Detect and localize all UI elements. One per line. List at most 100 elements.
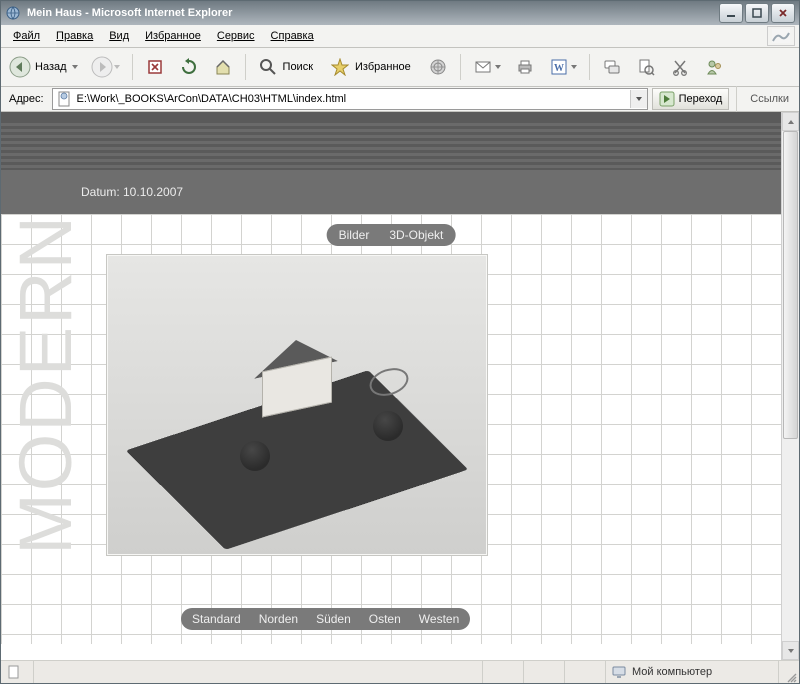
- page-body: Datum: 10.10.2007 MODERN Bilder 3D-Objek…: [1, 112, 781, 660]
- throbber-icon: [767, 26, 795, 46]
- messenger-icon: [703, 56, 725, 78]
- menubar: Файл Правка Вид Избранное Сервис Справка: [1, 25, 799, 48]
- page-icon: [57, 91, 73, 107]
- status-text: [34, 661, 483, 683]
- search-button[interactable]: Поиск: [253, 53, 321, 81]
- menu-file[interactable]: Файл: [5, 28, 48, 44]
- star-icon: [329, 56, 351, 78]
- my-computer-icon: [612, 665, 626, 679]
- house-model: [262, 364, 332, 410]
- mail-button[interactable]: [468, 53, 506, 81]
- home-icon: [212, 56, 234, 78]
- render-viewport: [106, 254, 488, 556]
- tree-shape: [373, 411, 403, 441]
- back-button[interactable]: Назад: [5, 53, 83, 81]
- status-sep-3: [565, 661, 606, 683]
- discuss-button[interactable]: [597, 53, 627, 81]
- menu-help[interactable]: Справка: [263, 28, 322, 44]
- address-url: E:\Work\_BOOKS\ArCon\DATA\CH03\HTML\inde…: [77, 93, 630, 105]
- view-norden[interactable]: Norden: [250, 608, 307, 630]
- edit-button[interactable]: W: [544, 53, 582, 81]
- toolbar: Назад Поиск Избранное: [1, 48, 799, 87]
- resize-grip[interactable]: [779, 659, 799, 685]
- go-label: Переход: [679, 93, 723, 105]
- links-label[interactable]: Ссылки: [744, 93, 795, 105]
- toolbar-separator: [460, 54, 461, 80]
- menu-tools[interactable]: Сервис: [209, 28, 263, 44]
- cut-icon: [669, 56, 691, 78]
- search-icon: [257, 56, 279, 78]
- chevron-down-icon: [494, 63, 502, 71]
- status-bar: Мой компьютер: [1, 660, 799, 683]
- window-title: Mein Haus - Microsoft Internet Explorer: [27, 7, 717, 19]
- print-icon: [514, 56, 536, 78]
- status-sep-2: [524, 661, 565, 683]
- status-zone: Мой компьютер: [606, 661, 779, 683]
- messenger-button[interactable]: [699, 53, 729, 81]
- research-icon: [635, 56, 657, 78]
- stop-icon: [144, 56, 166, 78]
- research-button[interactable]: [631, 53, 661, 81]
- tab-bilder[interactable]: Bilder: [329, 224, 380, 246]
- svg-text:W: W: [554, 63, 564, 74]
- refresh-button[interactable]: [174, 53, 204, 81]
- toolbar-separator: [245, 54, 246, 80]
- vertical-scrollbar[interactable]: [781, 112, 799, 660]
- refresh-icon: [178, 56, 200, 78]
- status-zone-label: Мой компьютер: [632, 666, 712, 678]
- header-band-solid: Datum: 10.10.2007: [1, 170, 781, 214]
- header-band-stripe: [1, 120, 781, 170]
- view-westen[interactable]: Westen: [410, 608, 468, 630]
- home-button[interactable]: [208, 53, 238, 81]
- side-text-wrap: MODERN: [11, 214, 81, 644]
- scroll-thumb[interactable]: [783, 131, 798, 439]
- forward-button[interactable]: [87, 53, 125, 81]
- favorites-button[interactable]: Избранное: [325, 53, 419, 81]
- browser-window: Mein Haus - Microsoft Internet Explorer …: [0, 0, 800, 684]
- media-icon: [427, 56, 449, 78]
- address-bar: Адрес: E:\Work\_BOOKS\ArCon\DATA\CH03\HT…: [1, 87, 799, 112]
- minimize-button[interactable]: [719, 3, 743, 23]
- word-icon: W: [548, 56, 570, 78]
- stop-button[interactable]: [140, 53, 170, 81]
- address-combo[interactable]: E:\Work\_BOOKS\ArCon\DATA\CH03\HTML\inde…: [52, 88, 648, 110]
- scroll-track[interactable]: [782, 131, 799, 641]
- view-suden[interactable]: Süden: [307, 608, 360, 630]
- print-button[interactable]: [510, 53, 540, 81]
- menu-favorites[interactable]: Избранное: [137, 28, 209, 44]
- maximize-button[interactable]: [745, 3, 769, 23]
- menu-view[interactable]: Вид: [101, 28, 137, 44]
- favorites-label: Избранное: [351, 61, 415, 73]
- grid-body: MODERN Bilder 3D-Objekt: [1, 214, 781, 644]
- side-text: MODERN: [11, 214, 81, 555]
- forward-arrow-icon: [91, 56, 113, 78]
- discuss-icon: [601, 56, 623, 78]
- top-tab-pill: Bilder 3D-Objekt: [327, 224, 456, 246]
- tree-shape: [240, 441, 270, 471]
- date-label: Datum: 10.10.2007: [81, 185, 183, 199]
- back-arrow-icon: [9, 56, 31, 78]
- go-button[interactable]: Переход: [652, 88, 730, 110]
- view-standard[interactable]: Standard: [183, 608, 250, 630]
- content-area: Datum: 10.10.2007 MODERN Bilder 3D-Objek…: [1, 112, 799, 660]
- search-label: Поиск: [279, 61, 317, 73]
- toolbar-separator: [132, 54, 133, 80]
- ie-logo-icon: [5, 5, 21, 21]
- toolbar-separator: [589, 54, 590, 80]
- go-arrow-icon: [659, 91, 675, 107]
- back-label: Назад: [31, 61, 71, 73]
- scroll-down-button[interactable]: [782, 641, 799, 660]
- media-button[interactable]: [423, 53, 453, 81]
- view-osten[interactable]: Osten: [360, 608, 410, 630]
- scroll-up-button[interactable]: [782, 112, 799, 131]
- address-dropdown-button[interactable]: [630, 90, 647, 108]
- menu-edit[interactable]: Правка: [48, 28, 101, 44]
- cut-button[interactable]: [665, 53, 695, 81]
- address-label: Адрес:: [5, 93, 48, 105]
- close-button[interactable]: [771, 3, 795, 23]
- chevron-down-icon: [113, 63, 121, 71]
- view-direction-pill: Standard Norden Süden Osten Westen: [181, 608, 470, 630]
- tab-3d-objekt[interactable]: 3D-Objekt: [379, 224, 453, 246]
- chevron-down-icon: [570, 63, 578, 71]
- mail-icon: [472, 56, 494, 78]
